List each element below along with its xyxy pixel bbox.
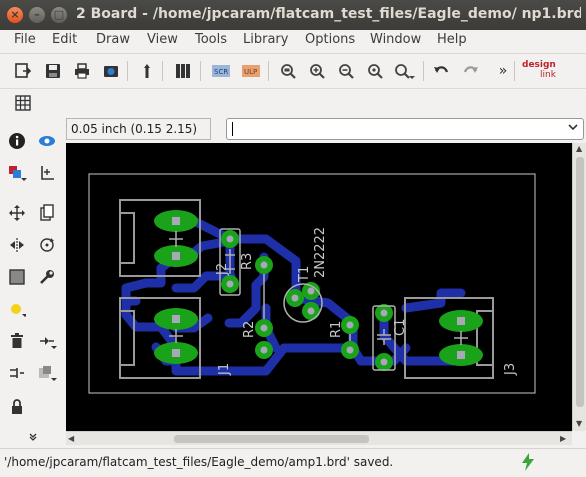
svg-text:SCR: SCR	[214, 68, 228, 76]
trace-10	[401, 288, 466, 313]
info-icon[interactable]	[6, 130, 28, 152]
move-icon[interactable]	[6, 202, 28, 224]
label-part: 2N2222	[313, 227, 328, 278]
rotate-icon[interactable]	[36, 234, 58, 256]
ulp-icon[interactable]: ULP	[240, 60, 262, 82]
status-message: '/home/jpcaram/flatcam_test_files/Eagle_…	[4, 455, 394, 469]
menu-view[interactable]: View	[147, 32, 178, 47]
copy-icon[interactable]	[36, 202, 58, 224]
split-icon[interactable]	[6, 362, 28, 384]
close-window-button[interactable]: ×	[7, 7, 23, 23]
menu-options[interactable]: Options	[305, 32, 355, 47]
label-r2: R2	[242, 321, 257, 338]
print-icon[interactable]	[71, 60, 93, 82]
window-title: 2 Board - /home/jpcaram/flatcam_test_fil…	[76, 6, 581, 22]
save-icon[interactable]	[42, 60, 64, 82]
group-icon[interactable]	[6, 266, 28, 288]
status-bar: '/home/jpcaram/flatcam_test_files/Eagle_…	[0, 448, 586, 475]
menu-tools[interactable]: Tools	[195, 32, 227, 47]
paint-icon[interactable]	[6, 298, 28, 320]
upload-icon[interactable]	[136, 60, 158, 82]
redraw-icon[interactable]	[364, 60, 386, 82]
vertical-scrollbar[interactable]: ▲ ▼	[572, 143, 586, 431]
delete-icon[interactable]	[6, 330, 28, 352]
horizontal-scroll-thumb[interactable]	[174, 435, 369, 443]
redo-icon[interactable]	[460, 60, 482, 82]
show-eye-icon[interactable]	[36, 130, 58, 152]
open-icon[interactable]	[12, 60, 34, 82]
zoom-select-icon[interactable]	[393, 60, 415, 82]
lightning-icon[interactable]	[520, 452, 536, 477]
zoom-in-icon[interactable]	[306, 60, 328, 82]
label-r1: R1	[329, 321, 344, 338]
main-toolbar: SCR ULP » design link	[0, 53, 586, 87]
mark-icon[interactable]	[36, 162, 58, 184]
label-j1: J1	[217, 363, 232, 376]
label-t1: T1	[297, 266, 312, 283]
undo-icon[interactable]	[430, 60, 452, 82]
add-part-icon[interactable]	[36, 330, 58, 352]
tool-palette	[0, 118, 64, 448]
toolbar-overflow-button[interactable]: »	[492, 60, 514, 82]
scroll-down-icon[interactable]: ▼	[576, 419, 582, 428]
change-wrench-icon[interactable]	[36, 266, 58, 288]
zoom-fit-icon[interactable]	[277, 60, 299, 82]
coordinate-display: 0.05 inch (0.15 2.15)	[66, 118, 211, 140]
scroll-right-icon[interactable]: ▶	[560, 434, 566, 443]
palette-more-icon[interactable]	[22, 426, 44, 448]
menu-draw[interactable]: Draw	[96, 32, 130, 47]
design-link-logo[interactable]: design link	[522, 60, 568, 82]
menu-window[interactable]: Window	[370, 32, 421, 47]
menu-file[interactable]: File	[14, 32, 36, 47]
label-c1: C1	[393, 319, 408, 336]
menu-help[interactable]: Help	[437, 32, 467, 47]
mirror-icon[interactable]	[6, 234, 28, 256]
horizontal-scrollbar[interactable]: ◀ ▶	[66, 431, 572, 445]
vertical-scroll-thumb[interactable]	[576, 157, 584, 407]
script-icon[interactable]: SCR	[210, 60, 232, 82]
zoom-out-icon[interactable]	[335, 60, 357, 82]
display-layers-icon[interactable]	[6, 162, 28, 184]
lock-icon[interactable]	[6, 396, 28, 418]
maximize-window-button[interactable]: □	[51, 7, 67, 23]
menu-bar: File Edit Draw View Tools Library Option…	[0, 30, 586, 52]
scroll-left-icon[interactable]: ◀	[68, 434, 74, 443]
minimize-window-button[interactable]: –	[29, 7, 45, 23]
grid-icon[interactable]	[12, 92, 34, 114]
title-bar: × – □ 2 Board - /home/jpcaram/flatcam_te…	[0, 0, 586, 30]
label-j3: J3	[503, 363, 518, 376]
svg-text:ULP: ULP	[244, 68, 257, 76]
label-j2: J2	[215, 263, 230, 276]
library-icon[interactable]	[172, 60, 194, 82]
secondary-toolbar	[0, 88, 586, 116]
command-line[interactable]	[226, 118, 584, 140]
board-canvas[interactable]: J2 J1 J3 R3 R2 R1 T1 2N2222 C1	[66, 143, 572, 431]
replace-icon[interactable]	[36, 362, 58, 384]
cam-processor-icon[interactable]	[100, 60, 122, 82]
menu-edit[interactable]: Edit	[52, 32, 77, 47]
scroll-up-icon[interactable]: ▲	[576, 144, 582, 153]
chevron-down-icon[interactable]	[568, 121, 578, 135]
command-input[interactable]	[230, 121, 560, 137]
text-caret	[232, 122, 233, 136]
board-drawing: J2 J1 J3 R3 R2 R1 T1 2N2222 C1	[88, 173, 536, 394]
label-r3: R3	[240, 253, 255, 270]
menu-library[interactable]: Library	[243, 32, 288, 47]
eagle-window: × – □ 2 Board - /home/jpcaram/flatcam_te…	[0, 0, 586, 475]
